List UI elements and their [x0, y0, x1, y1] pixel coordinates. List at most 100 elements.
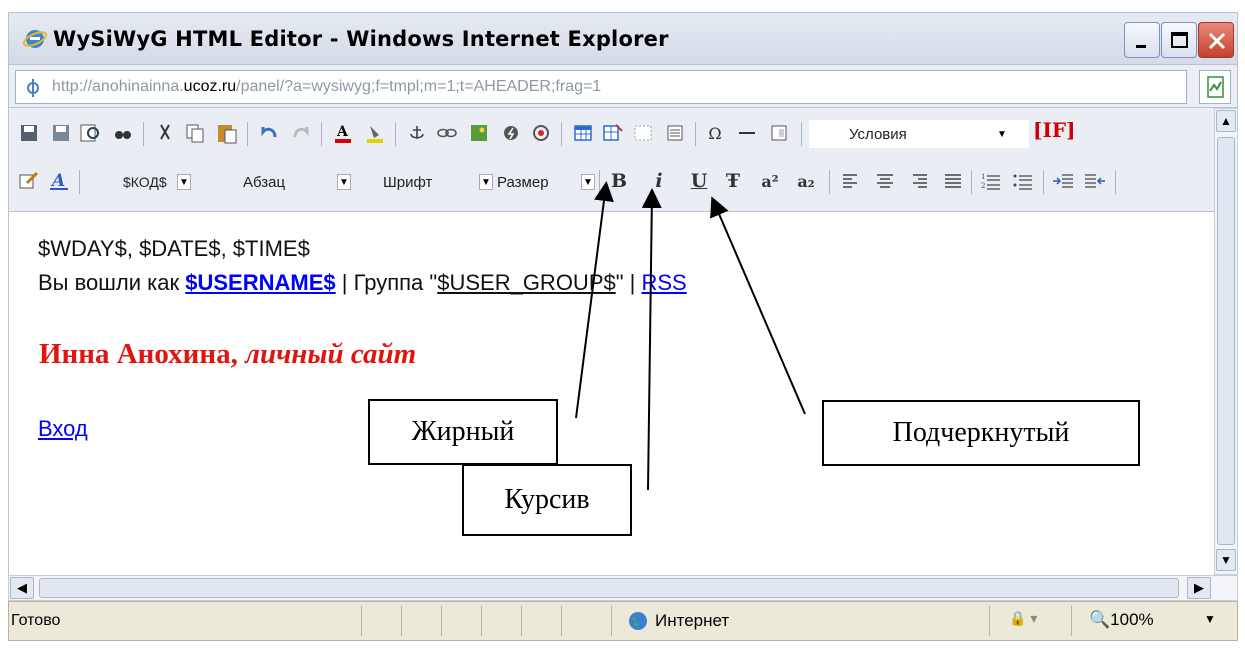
address-field[interactable]: http://anohinainna.ucoz.ru/panel/?a=wysi…	[15, 70, 1187, 104]
table-icon[interactable]	[569, 118, 597, 148]
align-center-icon[interactable]	[871, 166, 899, 196]
conditions-select[interactable]: Условия ▼	[809, 120, 1029, 148]
toolbar-separator	[801, 122, 802, 146]
username-link[interactable]: $USERNAME$	[185, 270, 335, 295]
italic-callout: Курсив	[462, 464, 632, 536]
status-divider	[1071, 606, 1072, 636]
toolbar-separator	[143, 122, 144, 146]
svg-text:A: A	[336, 124, 349, 140]
media-icon[interactable]	[527, 118, 555, 148]
minimize-icon	[1136, 45, 1146, 48]
anchor-icon[interactable]	[403, 118, 431, 148]
numbered-list-icon[interactable]: 12	[977, 166, 1005, 196]
horizontal-scroll-thumb[interactable]	[39, 578, 1179, 598]
close-button[interactable]	[1198, 22, 1234, 58]
align-left-icon[interactable]	[837, 166, 865, 196]
user-group-text: $USER_GROUP$	[437, 270, 616, 295]
toolbar-separator	[561, 122, 562, 146]
size-select-value: Размер	[497, 173, 549, 191]
scroll-down-icon[interactable]: ▼	[1216, 549, 1236, 571]
status-divider	[361, 606, 362, 636]
minimize-button[interactable]	[1124, 22, 1160, 58]
superscript-button[interactable]: a²	[753, 166, 787, 196]
layer-icon[interactable]	[661, 118, 689, 148]
outdent-icon[interactable]	[1081, 166, 1109, 196]
zoom-icon: 🔍	[1089, 610, 1111, 629]
login-link[interactable]: Вход	[38, 416, 88, 442]
zoom-dropdown-icon[interactable]: ▼	[1204, 612, 1216, 626]
chevron-down-icon: ▼	[581, 174, 595, 190]
status-divider	[989, 606, 990, 636]
save-icon[interactable]	[15, 118, 43, 148]
link-icon[interactable]	[433, 118, 461, 148]
site-heading: Инна Анохина, личный сайт	[39, 338, 417, 370]
redo-icon[interactable]	[287, 118, 315, 148]
toolbar-separator	[599, 170, 600, 194]
toolbar-separator	[695, 122, 696, 146]
italic-button[interactable]: i	[645, 166, 673, 196]
address-bar: http://anohinainna.ucoz.ru/panel/?a=wysi…	[8, 64, 1238, 108]
bold-callout: Жирный	[368, 399, 558, 465]
preview-icon[interactable]	[77, 118, 105, 148]
cut-icon[interactable]	[151, 118, 179, 148]
underline-callout: Подчеркнутый	[822, 400, 1140, 466]
find-icon[interactable]	[109, 118, 137, 148]
svg-text:1: 1	[981, 173, 985, 181]
align-right-icon[interactable]	[905, 166, 933, 196]
if-button[interactable]: [IF]	[1033, 118, 1075, 142]
scroll-left-icon[interactable]: ◀	[10, 577, 34, 599]
text-color-icon[interactable]: A	[329, 118, 357, 148]
horizontal-rule-icon[interactable]	[733, 118, 761, 148]
status-bar: Готово Интернет 🔒 ▾ 🔍100% ▼	[8, 601, 1238, 641]
toolbar-separator	[829, 170, 830, 194]
page-compat-icon	[1207, 76, 1224, 98]
date-time-line: $WDAY$, $DATE$, $TIME$	[38, 236, 310, 261]
edit-source-icon[interactable]	[15, 166, 43, 196]
code-select[interactable]: $КОД$ ▼	[89, 168, 191, 196]
toolbar-row-1: A Ω Условия ▼ [IF]	[9, 112, 1214, 156]
chevron-down-icon: ▼	[997, 128, 1007, 140]
page-icon	[27, 79, 39, 97]
indent-icon[interactable]	[1049, 166, 1077, 196]
save-as-icon[interactable]	[47, 118, 75, 148]
chevron-down-icon: ▼	[337, 174, 351, 190]
subscript-button[interactable]: a₂	[789, 166, 823, 196]
zoom-level[interactable]: 🔍100%	[1089, 610, 1154, 630]
toolbar-separator	[1115, 170, 1116, 194]
copy-icon[interactable]	[181, 118, 209, 148]
protected-mode-icon[interactable]: 🔒 ▾	[1009, 610, 1037, 627]
toolbar-row-2: A $КОД$ ▼ Абзац ▼ Шрифт ▼ Размер ▼ B i U…	[9, 160, 1214, 204]
underline-button[interactable]: U	[685, 166, 713, 196]
title-bar: WySiWyG HTML Editor - Windows Internet E…	[8, 12, 1238, 64]
status-divider	[401, 606, 402, 636]
paste-icon[interactable]	[213, 118, 241, 148]
strikethrough-button[interactable]: Ŧ	[719, 166, 747, 196]
table-props-icon[interactable]	[599, 118, 627, 148]
scroll-right-icon[interactable]: ▶	[1187, 577, 1211, 599]
horizontal-scrollbar[interactable]: ◀ ▶	[8, 575, 1238, 601]
bullet-list-icon[interactable]	[1009, 166, 1037, 196]
font-select[interactable]: Шрифт ▼	[361, 168, 493, 196]
size-select[interactable]: Размер ▼	[497, 168, 595, 196]
paragraph-select[interactable]: Абзац ▼	[219, 168, 351, 196]
align-justify-icon[interactable]	[939, 166, 967, 196]
rss-link[interactable]: RSS	[641, 270, 686, 295]
scroll-up-icon[interactable]: ▲	[1216, 110, 1236, 132]
image-icon[interactable]	[465, 118, 493, 148]
cell-props-icon[interactable]	[629, 118, 657, 148]
maximize-button[interactable]	[1161, 22, 1197, 58]
background-color-icon[interactable]	[361, 118, 389, 148]
undo-icon[interactable]	[255, 118, 283, 148]
toolbar-separator	[971, 170, 972, 194]
style-icon[interactable]: A	[45, 166, 73, 196]
special-char-icon[interactable]: Ω	[701, 118, 729, 148]
vertical-scroll-thumb[interactable]	[1217, 137, 1235, 545]
bold-button[interactable]: B	[605, 166, 633, 196]
chevron-down-icon: ▼	[177, 174, 191, 190]
status-divider	[481, 606, 482, 636]
vertical-scrollbar[interactable]: ▲ ▼	[1214, 108, 1238, 575]
security-zone[interactable]: Интернет	[627, 610, 729, 632]
flash-icon[interactable]	[497, 118, 525, 148]
compatibility-view-button[interactable]	[1199, 70, 1231, 104]
form-icon[interactable]	[765, 118, 793, 148]
